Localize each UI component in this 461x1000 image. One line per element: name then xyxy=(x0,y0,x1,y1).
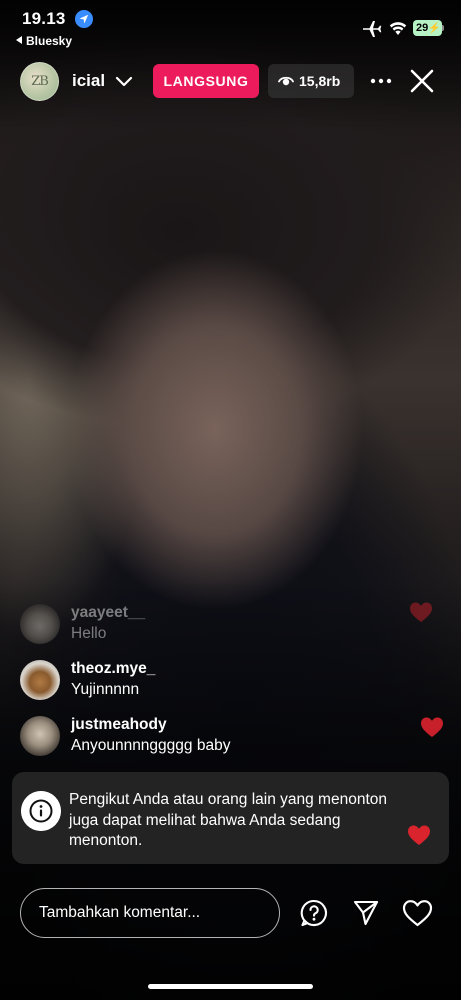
comment-avatar[interactable] xyxy=(20,660,60,700)
send-icon[interactable] xyxy=(352,899,380,927)
comment-item: justmeahody Anyounnnnggggg baby xyxy=(20,716,440,760)
heart-icon[interactable] xyxy=(402,899,433,927)
chevron-down-icon[interactable] xyxy=(115,74,133,88)
question-icon[interactable] xyxy=(300,899,328,927)
back-app-label: Bluesky xyxy=(26,34,73,48)
wifi-icon xyxy=(389,22,407,35)
airplane-icon xyxy=(363,21,382,37)
comment-text: Anyounnnnggggg baby xyxy=(71,737,231,754)
location-arrow-icon xyxy=(75,10,93,28)
host-avatar[interactable]: ZB xyxy=(20,62,59,101)
eye-icon xyxy=(278,76,294,86)
home-indicator[interactable] xyxy=(148,984,313,989)
live-badge: LANGSUNG xyxy=(153,64,259,98)
back-to-app-link[interactable]: Bluesky xyxy=(16,34,72,48)
viewer-count: 15,8rb xyxy=(299,73,341,89)
status-time: 19.13 xyxy=(22,9,66,28)
comment-username[interactable]: yaayeet__ xyxy=(71,604,145,622)
status-bar: 19.13 Bluesky 29⚡ xyxy=(0,0,461,52)
comment-text: Hello xyxy=(71,625,107,642)
notice-text: Pengikut Anda atau orang lain yang menon… xyxy=(69,791,387,849)
battery-cap xyxy=(442,25,444,31)
battery-level: 29 xyxy=(416,22,429,34)
floating-heart-icon xyxy=(410,602,432,622)
charging-icon: ⚡ xyxy=(428,23,441,34)
comment-username[interactable]: justmeahody xyxy=(71,716,167,734)
host-avatar-logo: ZB xyxy=(31,74,49,89)
floating-heart-icon xyxy=(408,825,430,845)
comment-avatar[interactable] xyxy=(20,716,60,756)
info-icon xyxy=(21,791,61,831)
comment-input[interactable] xyxy=(20,888,280,938)
close-icon[interactable] xyxy=(409,68,435,94)
battery-indicator: 29⚡ xyxy=(413,20,442,36)
comment-avatar[interactable] xyxy=(20,604,60,644)
host-username[interactable]: icial xyxy=(72,71,105,91)
comment-username[interactable]: theoz.mye_ xyxy=(71,660,155,678)
back-arrow-icon xyxy=(16,36,22,44)
viewer-count-pill[interactable]: 15,8rb xyxy=(268,64,354,98)
viewer-privacy-notice: Pengikut Anda atau orang lain yang menon… xyxy=(12,772,449,864)
comment-item: theoz.mye_ Yujinnnnn xyxy=(20,660,440,704)
comment-text: Yujinnnnn xyxy=(71,681,140,698)
floating-heart-icon xyxy=(421,717,443,737)
comment-item: yaayeet__ Hello xyxy=(20,604,440,648)
more-icon[interactable] xyxy=(369,72,393,90)
